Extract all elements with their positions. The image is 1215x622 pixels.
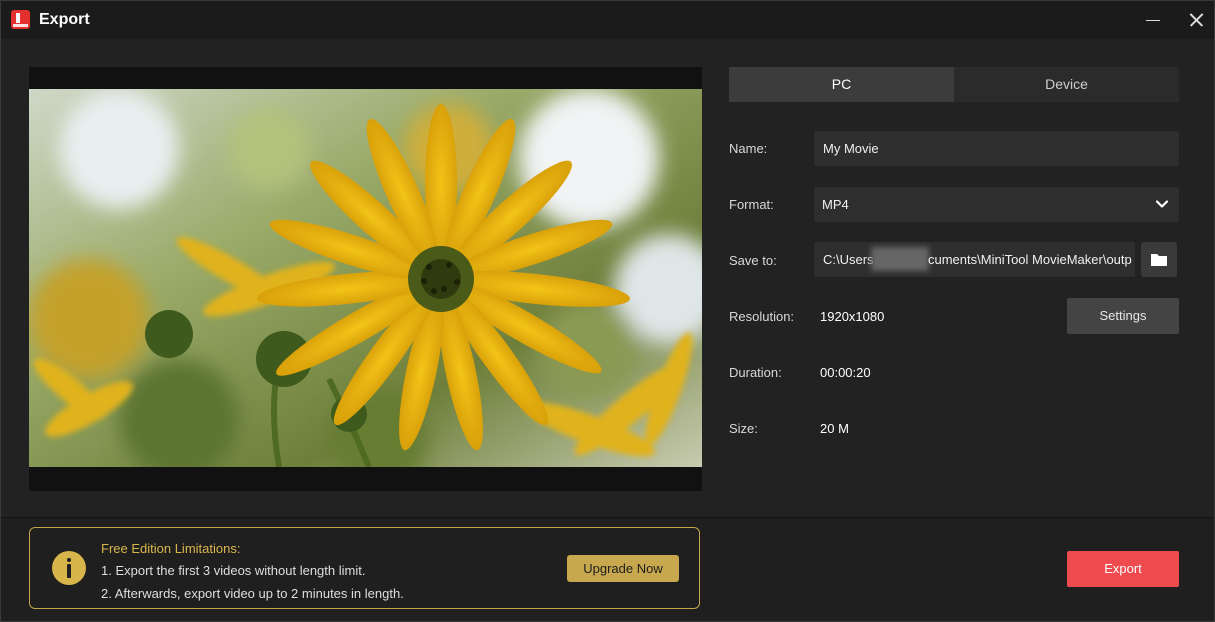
size-value: 20 M — [820, 421, 849, 436]
name-input[interactable]: My Movie — [814, 131, 1179, 166]
export-dialog: Export PC Device Name: My Movie Format: … — [0, 0, 1215, 622]
chevron-down-icon — [1155, 200, 1169, 208]
duration-label: Duration: — [729, 365, 782, 380]
save-path-suffix: cuments\MiniTool MovieMaker\outp — [928, 252, 1132, 267]
notice-line-2: 2. Afterwards, export video up to 2 minu… — [101, 586, 404, 601]
redacted-username — [871, 247, 929, 271]
preview-frame-image — [29, 89, 702, 467]
format-value: MP4 — [822, 197, 849, 212]
resolution-value: 1920x1080 — [820, 309, 885, 324]
save-to-label: Save to: — [729, 253, 777, 268]
app-logo-icon — [11, 10, 30, 29]
folder-icon — [1151, 254, 1167, 266]
free-edition-notice: Free Edition Limitations: 1. Export the … — [29, 527, 700, 609]
export-button[interactable]: Export — [1067, 551, 1179, 587]
format-select[interactable]: MP4 — [814, 187, 1179, 222]
tab-pc[interactable]: PC — [729, 67, 954, 102]
resolution-label: Resolution: — [729, 309, 795, 324]
title-bar: Export — [1, 1, 1214, 39]
info-icon — [52, 551, 86, 585]
tab-device[interactable]: Device — [954, 67, 1179, 102]
minimize-icon[interactable] — [1139, 7, 1165, 33]
notice-title: Free Edition Limitations: — [101, 541, 241, 556]
video-preview — [29, 67, 702, 491]
browse-folder-button[interactable] — [1141, 242, 1177, 277]
notice-line-1: 1. Export the first 3 videos without len… — [101, 563, 366, 578]
close-icon[interactable] — [1183, 7, 1209, 33]
name-label: Name: — [729, 141, 768, 156]
save-path-input[interactable]: C:\Users cuments\MiniTool MovieMaker\out… — [814, 242, 1135, 277]
upgrade-now-button[interactable]: Upgrade Now — [567, 555, 679, 582]
dialog-title: Export — [39, 11, 90, 28]
save-path-prefix: C:\Users — [823, 252, 874, 267]
format-label: Format: — [729, 197, 774, 212]
export-target-tabs: PC Device — [729, 67, 1179, 102]
size-label: Size: — [729, 421, 758, 436]
duration-value: 00:00:20 — [820, 365, 871, 380]
settings-button[interactable]: Settings — [1067, 298, 1179, 334]
